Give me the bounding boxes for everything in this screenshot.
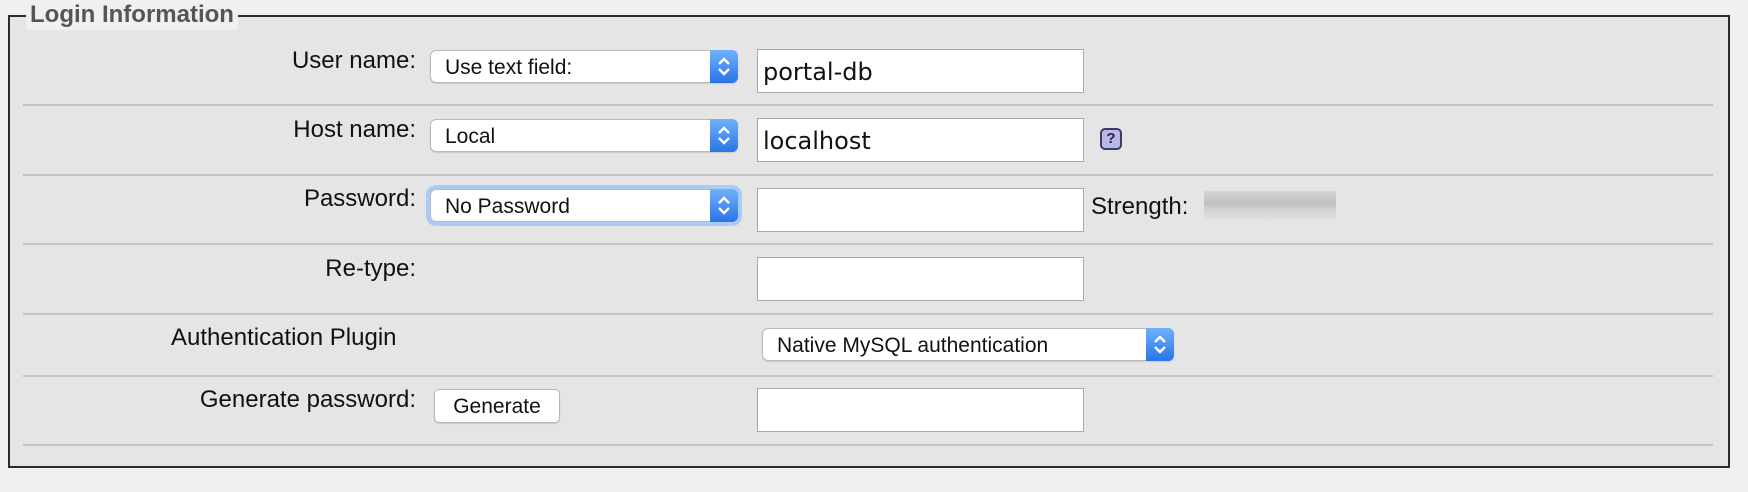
generated-password-input[interactable] [757,388,1084,432]
retype-label: Re-type: [325,255,416,282]
row-divider [23,444,1713,446]
authentication-plugin-value: Native MySQL authentication [777,334,1049,357]
host-name-label: Host name: [293,116,416,143]
host-name-type-select[interactable]: Local [430,119,738,152]
select-arrows-icon [710,119,738,152]
user-name-input[interactable]: portal-db [757,49,1084,93]
generate-button[interactable]: Generate [434,389,560,423]
password-input[interactable] [757,188,1084,232]
select-arrows-icon [710,50,738,83]
retype-password-input[interactable] [757,257,1084,301]
fieldset-legend: Login Information [26,0,238,30]
password-strength-meter [1204,191,1336,220]
generate-password-label: Generate password: [199,386,416,413]
user-name-label: User name: [291,47,416,74]
strength-label: Strength: [1091,193,1189,220]
host-name-value: localhost [763,127,871,155]
authentication-plugin-select[interactable]: Native MySQL authentication [762,328,1174,361]
row-divider [23,243,1713,245]
user-name-type-value: Use text field: [445,56,573,79]
question-icon[interactable]: ? [1100,128,1122,150]
select-arrows-icon [710,189,738,222]
user-name-type-select[interactable]: Use text field: [430,50,738,83]
row-divider [23,174,1713,176]
row-divider [23,375,1713,377]
authentication-plugin-label: Authentication Plugin [171,324,397,351]
password-label: Password: [303,185,416,212]
host-name-type-value: Local [445,125,496,148]
user-name-value: portal-db [763,58,873,86]
password-type-select[interactable]: No Password [430,189,738,222]
host-name-input[interactable]: localhost [757,118,1084,162]
select-arrows-icon [1146,328,1174,361]
row-divider [23,313,1713,315]
password-type-value: No Password [445,195,570,218]
row-divider [23,104,1713,106]
